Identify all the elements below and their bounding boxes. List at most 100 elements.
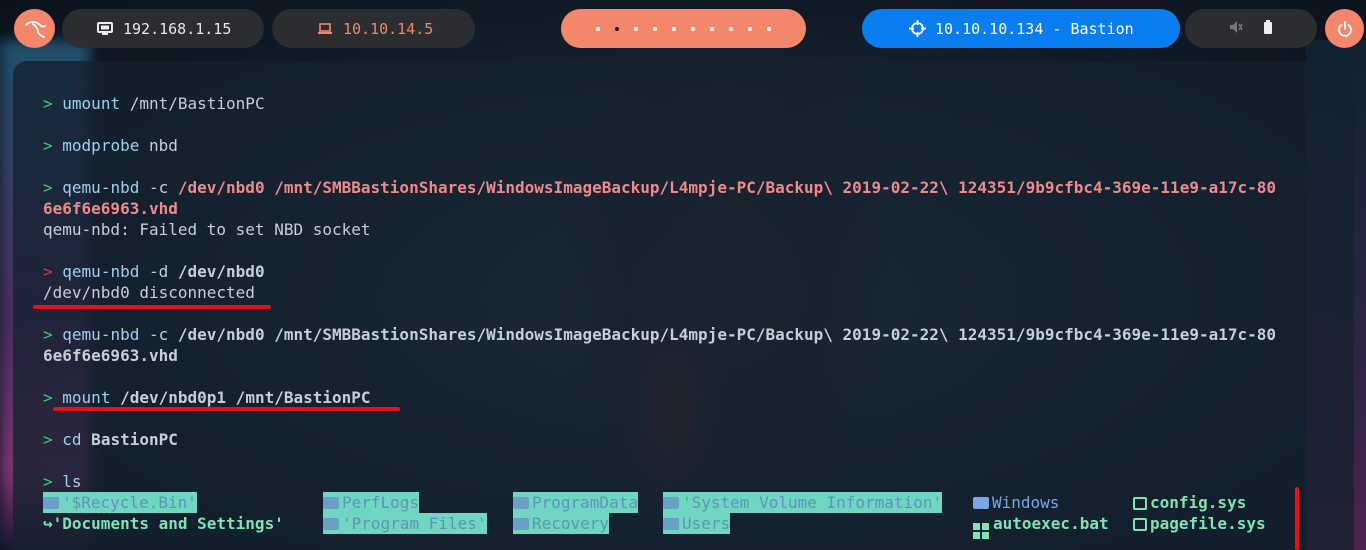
command-name: qemu-nbd (62, 262, 140, 281)
workspace-dot[interactable] (691, 26, 695, 31)
ls-entry[interactable]: pagefile.sys (1133, 513, 1266, 534)
command-args-cont: 6e6f6e6963.vhd (43, 199, 178, 218)
vpn-ip-widget[interactable]: 10.10.14.5 (272, 9, 475, 48)
ls-entry[interactable]: '$Recycle.Bin' (43, 492, 197, 513)
target-label: 10.10.10.134 - Bastion (935, 19, 1134, 38)
ls-entry[interactable]: Users (663, 513, 731, 534)
kali-menu-button[interactable] (14, 9, 55, 48)
prompt-symbol: > (43, 472, 53, 491)
workspace-dot[interactable] (767, 26, 771, 31)
local-ip-widget[interactable]: 192.168.1.15 (62, 9, 264, 48)
command-name: ls (62, 472, 82, 491)
ls-entry-name: Users (682, 514, 731, 533)
top-bar: 192.168.1.15 10.10.14.5 10.10.10.134 - B… (0, 0, 1366, 58)
ls-entry[interactable]: config.sys (1133, 492, 1246, 513)
terminal-line: > umount /mnt/BastionPC (43, 93, 265, 114)
workspace-dot[interactable] (596, 26, 600, 31)
command-name: qemu-nbd (62, 178, 140, 197)
power-button[interactable] (1325, 9, 1364, 48)
command-name: modprobe (62, 136, 140, 155)
terminal-line: > qemu-nbd -c /dev/nbd0 /mnt/SMBBastionS… (43, 177, 1276, 198)
workspace-dot[interactable] (653, 26, 657, 31)
ls-entry-name: 'System Volume Information' (682, 493, 943, 512)
terminal-line: > mount /dev/nbd0p1 /mnt/BastionPC (43, 387, 371, 408)
annotation-underline (53, 407, 400, 411)
target-widget[interactable]: 10.10.10.134 - Bastion (862, 9, 1180, 48)
ls-entry[interactable]: ↪'Documents and Settings' (43, 513, 284, 534)
ls-entry[interactable]: 'System Volume Information' (663, 492, 943, 513)
ls-entry[interactable]: ProgramData (513, 492, 638, 513)
terminal-output: /dev/nbd0 disconnected (43, 282, 255, 303)
terminal-output: qemu-nbd: Failed to set NBD socket (43, 219, 371, 240)
command-args: /dev/nbd0 /mnt/SMBBastionShares/WindowsI… (177, 325, 1277, 344)
ls-entry-name: Windows (992, 493, 1060, 512)
command-name: umount (62, 94, 121, 113)
workspace-dot[interactable] (710, 26, 714, 31)
workspace-switcher[interactable] (561, 9, 806, 48)
command-flag: -c (139, 178, 178, 197)
ls-entry[interactable]: PerfLogs (323, 492, 420, 513)
command-args: /dev/nbd0p1 /mnt/BastionPC (110, 388, 371, 407)
command-args: nbd (139, 136, 178, 155)
folder-icon (973, 497, 989, 509)
prompt-symbol: > (43, 178, 53, 197)
terminal-line: > modprobe nbd (43, 135, 178, 156)
folder-icon (513, 497, 529, 509)
symlink-icon: ↪ (43, 514, 53, 533)
folder-icon (663, 518, 679, 530)
terminal-line: > ls (43, 471, 82, 492)
terminal-line: 6e6f6e6963.vhd (43, 198, 178, 219)
ls-entry[interactable]: Windows (973, 492, 1059, 513)
kali-logo-icon (24, 20, 46, 38)
workspace-dot[interactable] (634, 26, 638, 31)
folder-icon (323, 518, 339, 530)
prompt-symbol: > (43, 94, 53, 113)
command-args: /dev/nbd0 (177, 262, 265, 281)
command-args: /mnt/BastionPC (120, 94, 265, 113)
mute-icon[interactable] (1229, 20, 1243, 38)
ls-entry-name: Recovery (532, 514, 610, 533)
workspace-dot[interactable] (729, 26, 733, 31)
ls-entry-name: 'Documents and Settings' (52, 514, 284, 533)
terminal-line: > cd BastionPC (43, 429, 178, 450)
ls-entry-name: config.sys (1150, 493, 1247, 512)
ls-entry-name: PerfLogs (342, 493, 420, 512)
ls-entry-name: '$Recycle.Bin' (62, 493, 197, 512)
output-text: qemu-nbd: Failed to set NBD socket (43, 220, 371, 239)
prompt-symbol-error: > (43, 262, 53, 281)
command-args: /dev/nbd0 /mnt/SMBBastionShares/WindowsI… (177, 178, 1277, 197)
workspace-dot[interactable] (615, 26, 619, 31)
prompt-symbol: > (43, 136, 53, 155)
prompt-symbol: > (43, 430, 53, 449)
ls-entry-name: pagefile.sys (1150, 514, 1266, 533)
command-args: BastionPC (81, 430, 178, 449)
terminal-file-icon (1133, 518, 1147, 531)
command-flag: -d (139, 262, 178, 281)
terminal-line: 6e6f6e6963.vhd (43, 345, 178, 366)
command-name: qemu-nbd (62, 325, 140, 344)
battery-icon (1263, 19, 1273, 38)
crosshair-icon (908, 20, 926, 38)
terminal-file-icon (1133, 497, 1147, 510)
workspace-dot[interactable] (748, 26, 752, 31)
power-icon (1337, 20, 1352, 37)
ls-entry[interactable]: 'Program Files' (323, 513, 487, 534)
vpn-ip-label: 10.10.14.5 (343, 19, 434, 38)
laptop-icon (316, 20, 334, 38)
command-args-cont: 6e6f6e6963.vhd (43, 346, 178, 365)
command-name: mount (62, 388, 111, 407)
windows-icon (973, 523, 989, 539)
terminal-line: > qemu-nbd -c /dev/nbd0 /mnt/SMBBastionS… (43, 324, 1276, 345)
folder-icon (513, 518, 529, 530)
ls-entry-name: 'Program Files' (342, 514, 487, 533)
status-widget (1185, 9, 1317, 48)
ls-entry[interactable]: autoexec.bat (973, 513, 1109, 539)
command-flag: -c (139, 325, 178, 344)
prompt-symbol: > (43, 325, 53, 344)
monitor-icon (96, 20, 114, 38)
ls-entry[interactable]: Recovery (513, 513, 610, 534)
annotation-underline (33, 305, 271, 309)
terminal-window[interactable]: > umount /mnt/BastionPC > modprobe nbd >… (13, 61, 1354, 550)
workspace-dot[interactable] (672, 26, 676, 31)
terminal-line: > qemu-nbd -d /dev/nbd0 (43, 261, 265, 282)
